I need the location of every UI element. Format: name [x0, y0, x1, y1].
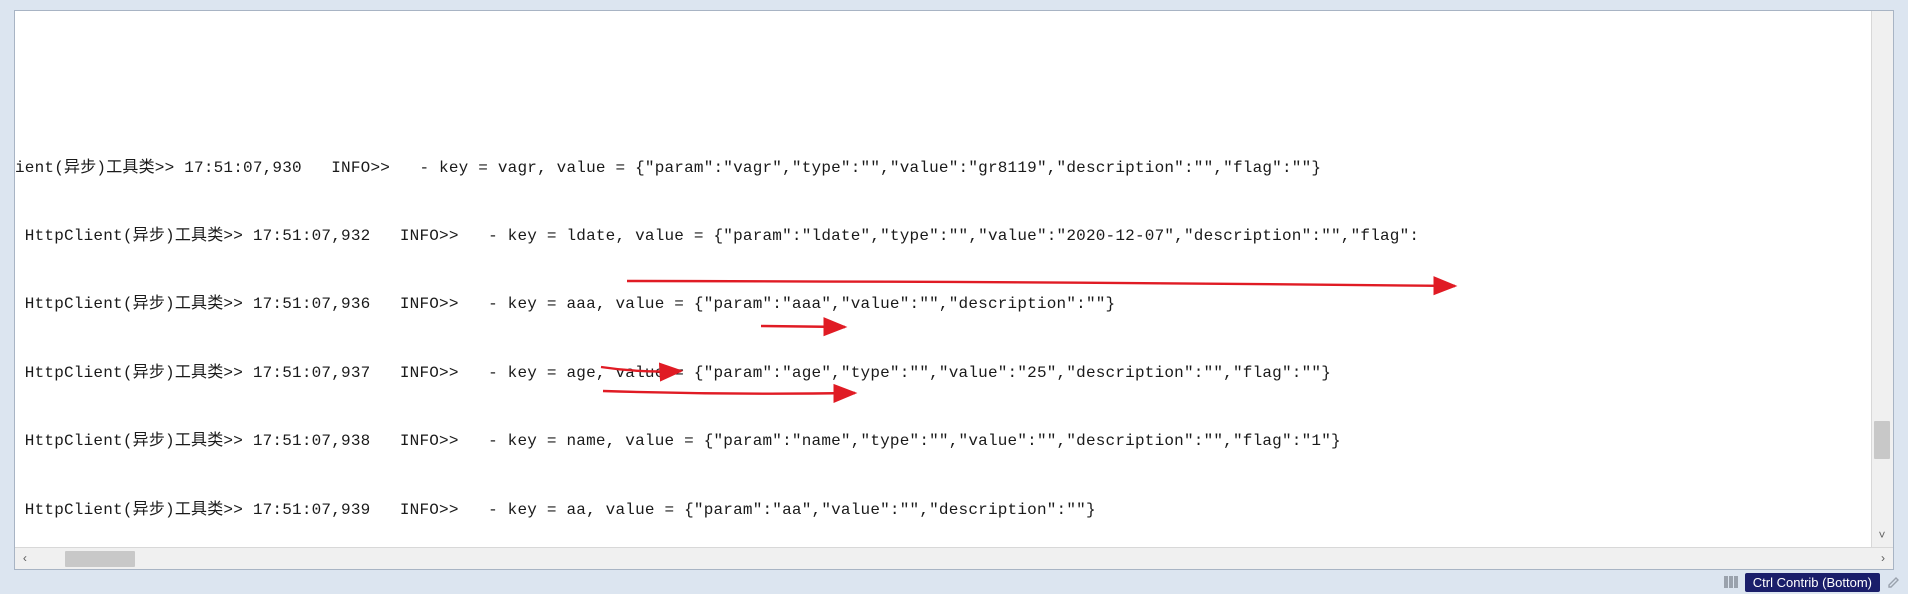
- vertical-scrollbar[interactable]: ˅: [1871, 11, 1893, 547]
- log-line: HttpClient(异步)工具类>> 17:51:07,938 INFO>> …: [15, 430, 1893, 453]
- horizontal-scroll-track[interactable]: [35, 548, 1873, 570]
- log-line: HttpClient(异步)工具类>> 17:51:07,932 INFO>> …: [15, 225, 1893, 248]
- log-line: HttpClient(异步)工具类>> 17:51:07,939 INFO>> …: [15, 499, 1893, 522]
- log-line: ient(异步)工具类>> 17:51:07,930 INFO>> - key …: [15, 157, 1893, 180]
- log-line: HttpClient(异步)工具类>> 17:51:07,936 INFO>> …: [15, 293, 1893, 316]
- annotation-layer: [15, 11, 1893, 545]
- editor-frame: ient(异步)工具类>> 17:51:07,930 INFO>> - key …: [0, 0, 1908, 594]
- status-bar: Ctrl Contrib (Bottom): [0, 570, 1908, 594]
- edit-icon[interactable]: [1886, 574, 1902, 590]
- horizontal-scrollbar[interactable]: ‹ ›: [15, 547, 1893, 569]
- log-panel: ient(异步)工具类>> 17:51:07,930 INFO>> - key …: [14, 10, 1894, 570]
- scroll-left-icon[interactable]: ‹: [15, 548, 35, 570]
- log-output[interactable]: ient(异步)工具类>> 17:51:07,930 INFO>> - key …: [15, 11, 1893, 545]
- status-columns-icon[interactable]: [1723, 574, 1739, 590]
- vertical-scroll-thumb[interactable]: [1874, 421, 1890, 459]
- horizontal-scroll-thumb[interactable]: [65, 551, 135, 567]
- log-line: HttpClient(异步)工具类>> 17:51:07,937 INFO>> …: [15, 362, 1893, 385]
- scroll-right-icon[interactable]: ›: [1873, 548, 1893, 570]
- status-pill[interactable]: Ctrl Contrib (Bottom): [1745, 573, 1880, 592]
- scroll-down-icon[interactable]: ˅: [1871, 526, 1893, 546]
